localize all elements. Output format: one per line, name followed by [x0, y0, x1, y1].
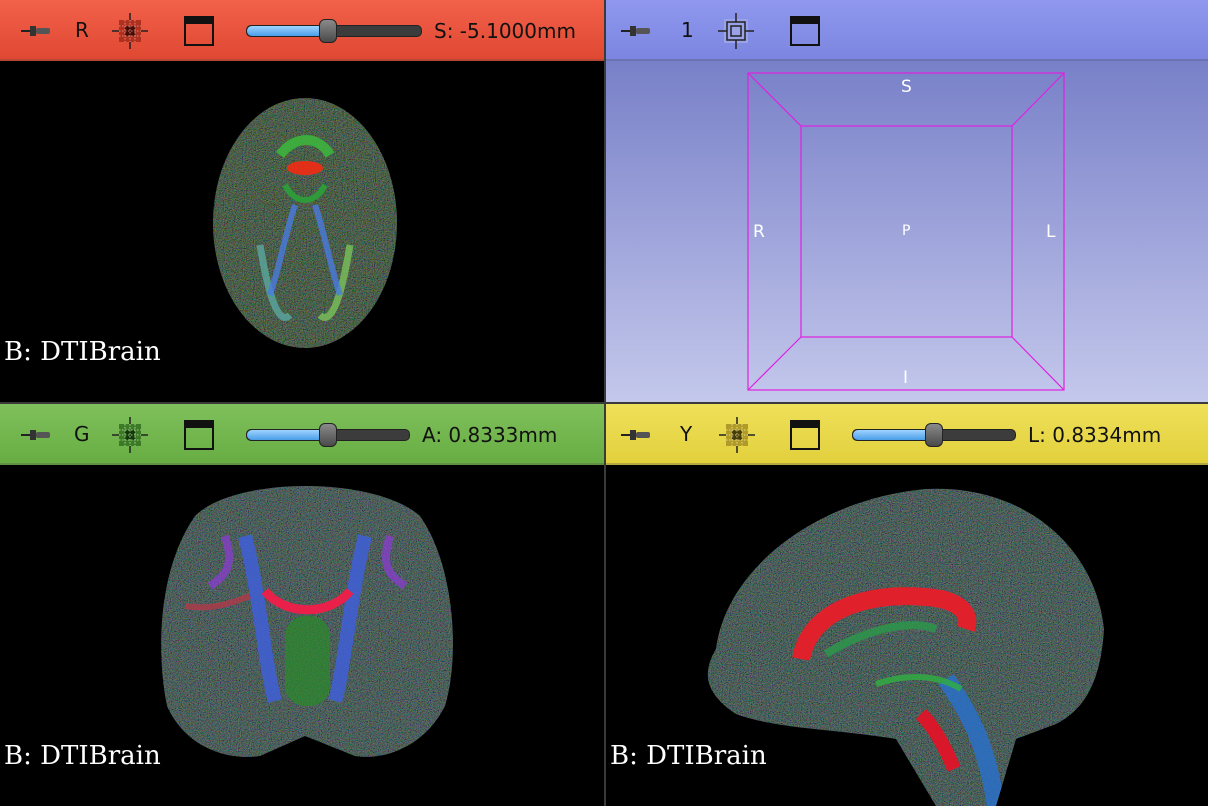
slice-offset-readout: A: 0.8333mm	[422, 423, 558, 447]
center-view-icon[interactable]	[718, 13, 754, 49]
pin-icon[interactable]	[620, 424, 654, 446]
threed-view[interactable]: 1 S I R L P	[606, 0, 1208, 402]
coronal-brain-image	[161, 486, 453, 757]
pin-icon[interactable]	[20, 20, 54, 42]
slice-grid-icon[interactable]	[112, 417, 148, 453]
background-layer-label: B: DTIBrain	[610, 741, 767, 771]
slice-offset-slider[interactable]	[246, 19, 422, 43]
red-slice-view[interactable]: R S: -5.1000mm B: DTIBrain	[0, 0, 604, 402]
axis-label-left: L	[1046, 222, 1056, 242]
axis-label-inferior: I	[903, 368, 909, 388]
background-layer-label: B: DTIBrain	[4, 337, 161, 367]
slice-orientation-label: G	[74, 422, 90, 446]
slice-grid-icon[interactable]	[719, 417, 755, 453]
slice-offset-slider[interactable]	[246, 423, 410, 447]
view-maximize-icon[interactable]	[790, 16, 820, 46]
pin-icon[interactable]	[620, 20, 654, 42]
view-maximize-icon[interactable]	[790, 420, 820, 450]
threed-view-controller: 1	[606, 0, 1208, 61]
yellow-slice-view[interactable]: Y L: 0.8334mm B: DTIBrain	[606, 404, 1208, 806]
view-divider-horizontal[interactable]	[0, 402, 1208, 404]
slice-offset-readout: S: -5.1000mm	[434, 19, 576, 43]
slice-grid-icon[interactable]	[112, 13, 148, 49]
slider-handle[interactable]	[319, 423, 337, 447]
threed-render-area[interactable]: S I R L P	[606, 61, 1208, 402]
axial-brain-image	[213, 98, 397, 348]
slider-handle[interactable]	[319, 19, 337, 43]
axis-label-superior: S	[901, 77, 912, 97]
view-maximize-icon[interactable]	[184, 420, 214, 450]
axis-label-right: R	[753, 222, 765, 242]
slider-handle[interactable]	[925, 423, 943, 447]
view-maximize-icon[interactable]	[184, 16, 214, 46]
axis-label-posterior: P	[902, 223, 911, 239]
yellow-slice-controller: Y L: 0.8334mm	[606, 404, 1208, 465]
green-slice-view[interactable]: G A: 0.8333mm B: DTIBrain	[0, 404, 604, 806]
red-slice-controller: R S: -5.1000mm	[0, 0, 604, 61]
threed-view-label: 1	[681, 18, 694, 42]
slice-orientation-label: Y	[680, 422, 693, 446]
slice-offset-readout: L: 0.8334mm	[1028, 423, 1162, 447]
pin-icon[interactable]	[20, 424, 54, 446]
slice-offset-slider[interactable]	[852, 423, 1016, 447]
background-layer-label: B: DTIBrain	[4, 741, 161, 771]
green-slice-controller: G A: 0.8333mm	[0, 404, 604, 465]
slice-orientation-label: R	[75, 18, 89, 42]
